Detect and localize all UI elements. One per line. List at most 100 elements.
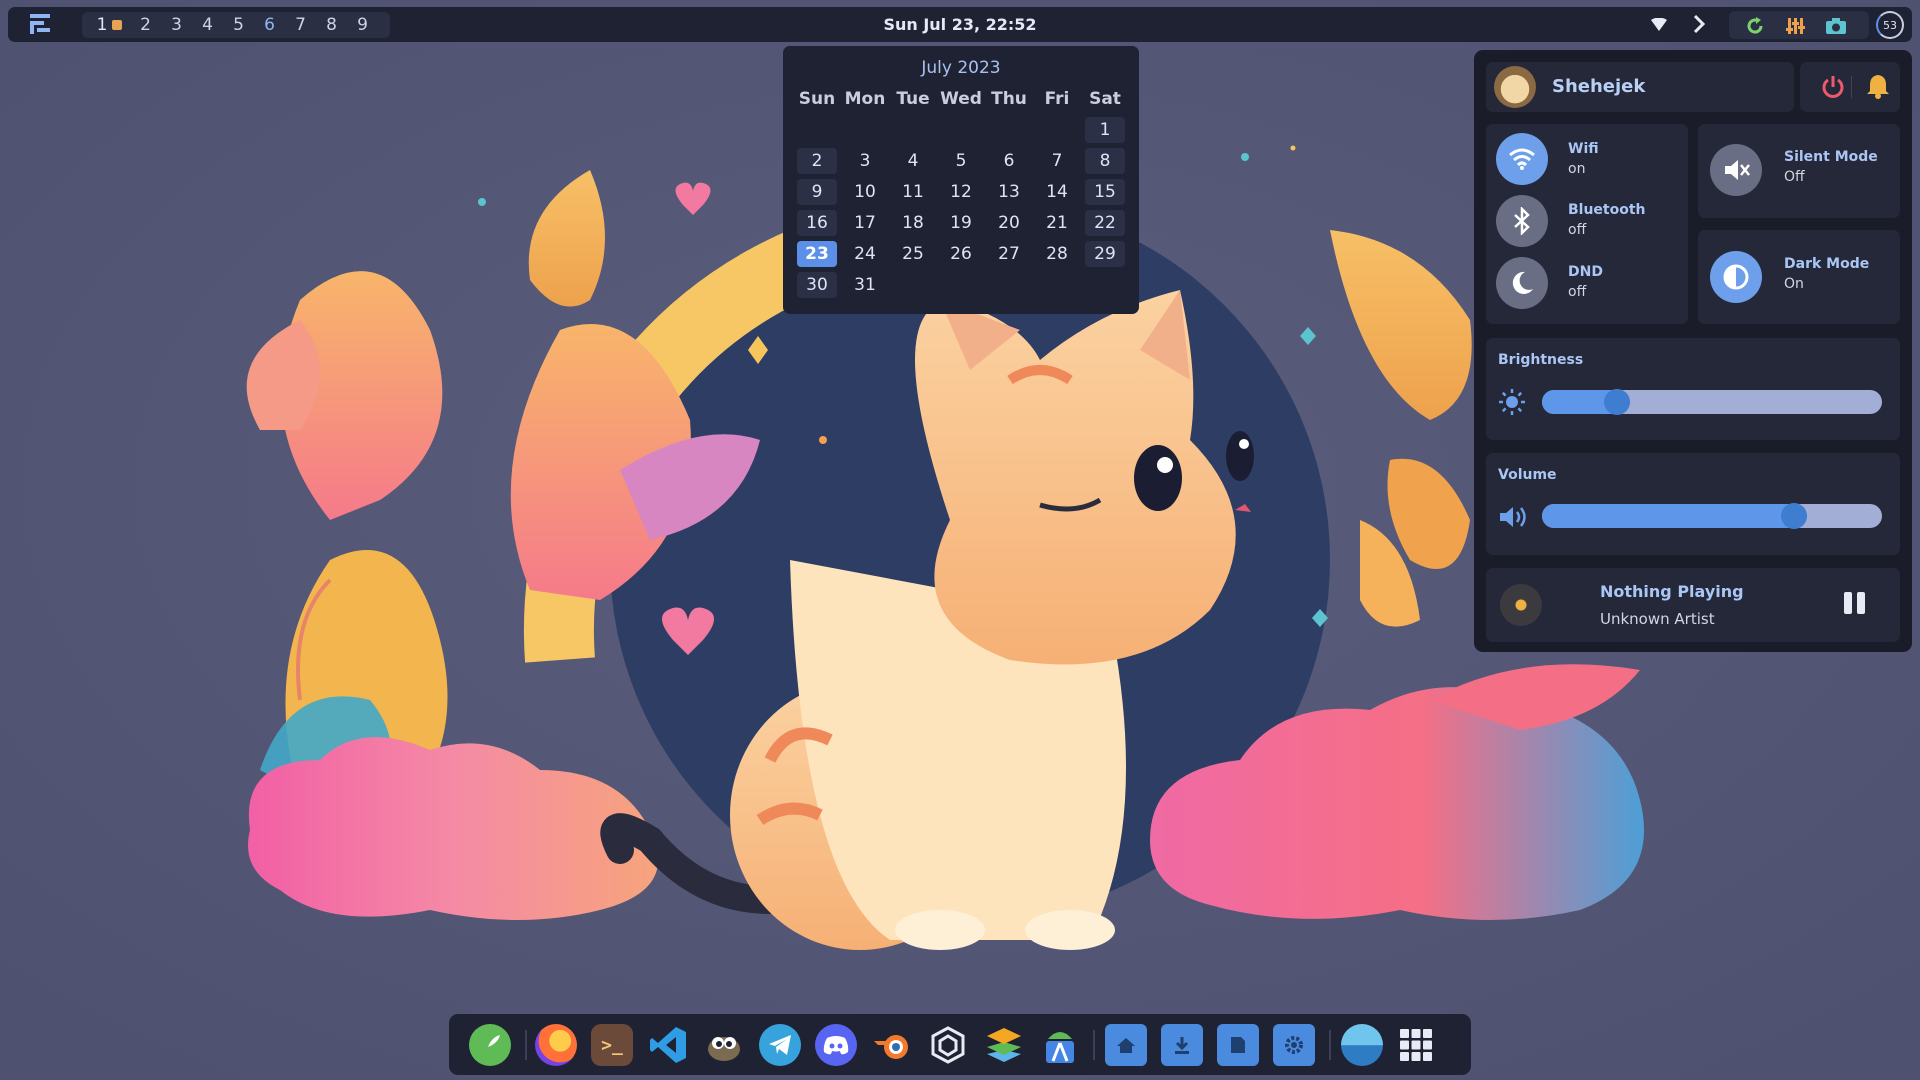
media-artist: Unknown Artist: [1600, 610, 1715, 628]
calendar-day[interactable]: 2: [797, 148, 837, 174]
calendar-day[interactable]: 19: [941, 210, 981, 236]
weekday-header: Mon: [844, 89, 886, 109]
android-studio-icon[interactable]: [1039, 1024, 1081, 1066]
equalizer-icon[interactable]: [1785, 16, 1805, 40]
calendar-day[interactable]: 26: [941, 241, 981, 267]
weekday-header: Sat: [1089, 89, 1121, 109]
bluetooth-text: Bluetooth off: [1568, 202, 1646, 238]
calendar-day[interactable]: 31: [845, 272, 885, 298]
calendar-day[interactable]: 6: [989, 148, 1029, 174]
chevron-right-icon[interactable]: [1691, 14, 1707, 38]
brightness-slider[interactable]: [1542, 389, 1882, 415]
dark-mode-card: Dark Mode On: [1698, 230, 1900, 324]
dock-separator: [525, 1030, 527, 1060]
calendar-day[interactable]: 13: [989, 179, 1029, 205]
media-player-card: Nothing Playing Unknown Artist: [1486, 568, 1900, 642]
calendar-day[interactable]: 25: [893, 241, 933, 267]
dark-mode-label: Dark Mode: [1784, 256, 1870, 272]
discord-icon[interactable]: [815, 1024, 857, 1066]
dnd-toggle[interactable]: [1496, 257, 1548, 309]
home-folder-icon[interactable]: [1105, 1024, 1147, 1066]
calendar-day[interactable]: 11: [893, 179, 933, 205]
calendar-day[interactable]: 29: [1085, 241, 1125, 267]
app-grid-icon[interactable]: [1395, 1024, 1437, 1066]
wifi-icon: [1509, 148, 1535, 170]
bluetooth-label: Bluetooth: [1568, 202, 1646, 218]
weekday-header: Sun: [798, 89, 836, 109]
silent-mode-card: Silent Mode Off: [1698, 124, 1900, 218]
calendar-day[interactable]: 21: [1037, 210, 1077, 236]
screenshot-camera-icon[interactable]: [1825, 17, 1847, 39]
downloads-folder-icon[interactable]: [1161, 1024, 1203, 1066]
calendar-day[interactable]: 24: [845, 241, 885, 267]
calendar-empty-cell: [845, 117, 885, 143]
pause-icon-bar: [1857, 592, 1865, 614]
calendar-day[interactable]: 1: [1085, 117, 1125, 143]
brightness-slider-knob[interactable]: [1604, 389, 1630, 415]
calendar-day[interactable]: 7: [1037, 148, 1077, 174]
sun-icon: [1498, 388, 1526, 420]
wifi-signal-icon[interactable]: [1651, 17, 1667, 36]
battery-indicator[interactable]: 53: [1876, 11, 1904, 39]
user-card: Shehejek: [1486, 62, 1794, 112]
calendar-popup: July 2023 Sun Mon Tue Wed Thu Fri Sat 1 2 3 4 5 6 7 8 9…: [783, 46, 1139, 314]
power-icon[interactable]: [1820, 74, 1846, 104]
layers-icon[interactable]: [983, 1024, 1025, 1066]
calendar-day[interactable]: 8: [1085, 148, 1125, 174]
unity-icon[interactable]: [927, 1024, 969, 1066]
calendar-day[interactable]: 27: [989, 241, 1029, 267]
calendar-day[interactable]: 10: [845, 179, 885, 205]
calendar-day[interactable]: 12: [941, 179, 981, 205]
bluetooth-toggle[interactable]: [1496, 195, 1548, 247]
album-art-icon: [1500, 584, 1542, 626]
bell-icon[interactable]: [1866, 73, 1890, 103]
refresh-icon[interactable]: [1745, 16, 1765, 40]
calendar-day[interactable]: 20: [989, 210, 1029, 236]
speaker-icon: [1498, 504, 1530, 534]
calendar-month-title[interactable]: July 2023: [793, 58, 1129, 80]
battery-percentage: 53: [1883, 18, 1897, 32]
calendar-day[interactable]: 4: [893, 148, 933, 174]
volume-label: Volume: [1498, 467, 1557, 483]
clock[interactable]: Sun Jul 23, 22:52: [8, 15, 1912, 34]
calendar-day[interactable]: 16: [797, 210, 837, 236]
calendar-day[interactable]: 22: [1085, 210, 1125, 236]
gimp-icon[interactable]: [703, 1024, 745, 1066]
silent-mode-label: Silent Mode: [1784, 149, 1878, 165]
weather-icon[interactable]: [1341, 1024, 1383, 1066]
firefox-icon[interactable]: [535, 1024, 577, 1066]
silent-mode-toggle[interactable]: [1710, 144, 1762, 196]
calendar-day[interactable]: 15: [1085, 179, 1125, 205]
calendar-day[interactable]: 3: [845, 148, 885, 174]
control-center-panel: Shehejek Wifi on Bluetooth off DND off S…: [1474, 50, 1912, 652]
pause-button[interactable]: [1842, 592, 1868, 616]
documents-folder-icon[interactable]: [1217, 1024, 1259, 1066]
settings-folder-icon[interactable]: [1273, 1024, 1315, 1066]
calendar-day[interactable]: 14: [1037, 179, 1077, 205]
volume-slider[interactable]: [1542, 503, 1882, 529]
media-title: Nothing Playing: [1600, 582, 1744, 601]
divider: [1851, 76, 1852, 98]
calendar-day-today[interactable]: 23: [797, 241, 837, 267]
calendar-empty-cell: [797, 117, 837, 143]
avatar[interactable]: [1494, 66, 1536, 108]
dark-mode-toggle[interactable]: [1710, 251, 1762, 303]
calendar-day[interactable]: 18: [893, 210, 933, 236]
speaker-muted-icon: [1725, 160, 1750, 180]
weekday-header: Wed: [940, 89, 982, 109]
telegram-icon[interactable]: [759, 1024, 801, 1066]
calendar-day[interactable]: 5: [941, 148, 981, 174]
calendar-day[interactable]: 28: [1037, 241, 1077, 267]
calendar-empty-cell: [989, 117, 1029, 143]
calendar-day[interactable]: 9: [797, 179, 837, 205]
terminal-icon[interactable]: >_: [591, 1024, 633, 1066]
calendar-empty-cell: [941, 117, 981, 143]
vscode-icon[interactable]: [647, 1024, 689, 1066]
calendar-day[interactable]: 17: [845, 210, 885, 236]
brightness-card: Brightness: [1486, 338, 1900, 440]
volume-slider-knob[interactable]: [1781, 503, 1807, 529]
calendar-day[interactable]: 30: [797, 272, 837, 298]
rocket-launcher-icon[interactable]: [469, 1024, 511, 1066]
wifi-toggle[interactable]: [1496, 133, 1548, 185]
blender-icon[interactable]: [871, 1024, 913, 1066]
